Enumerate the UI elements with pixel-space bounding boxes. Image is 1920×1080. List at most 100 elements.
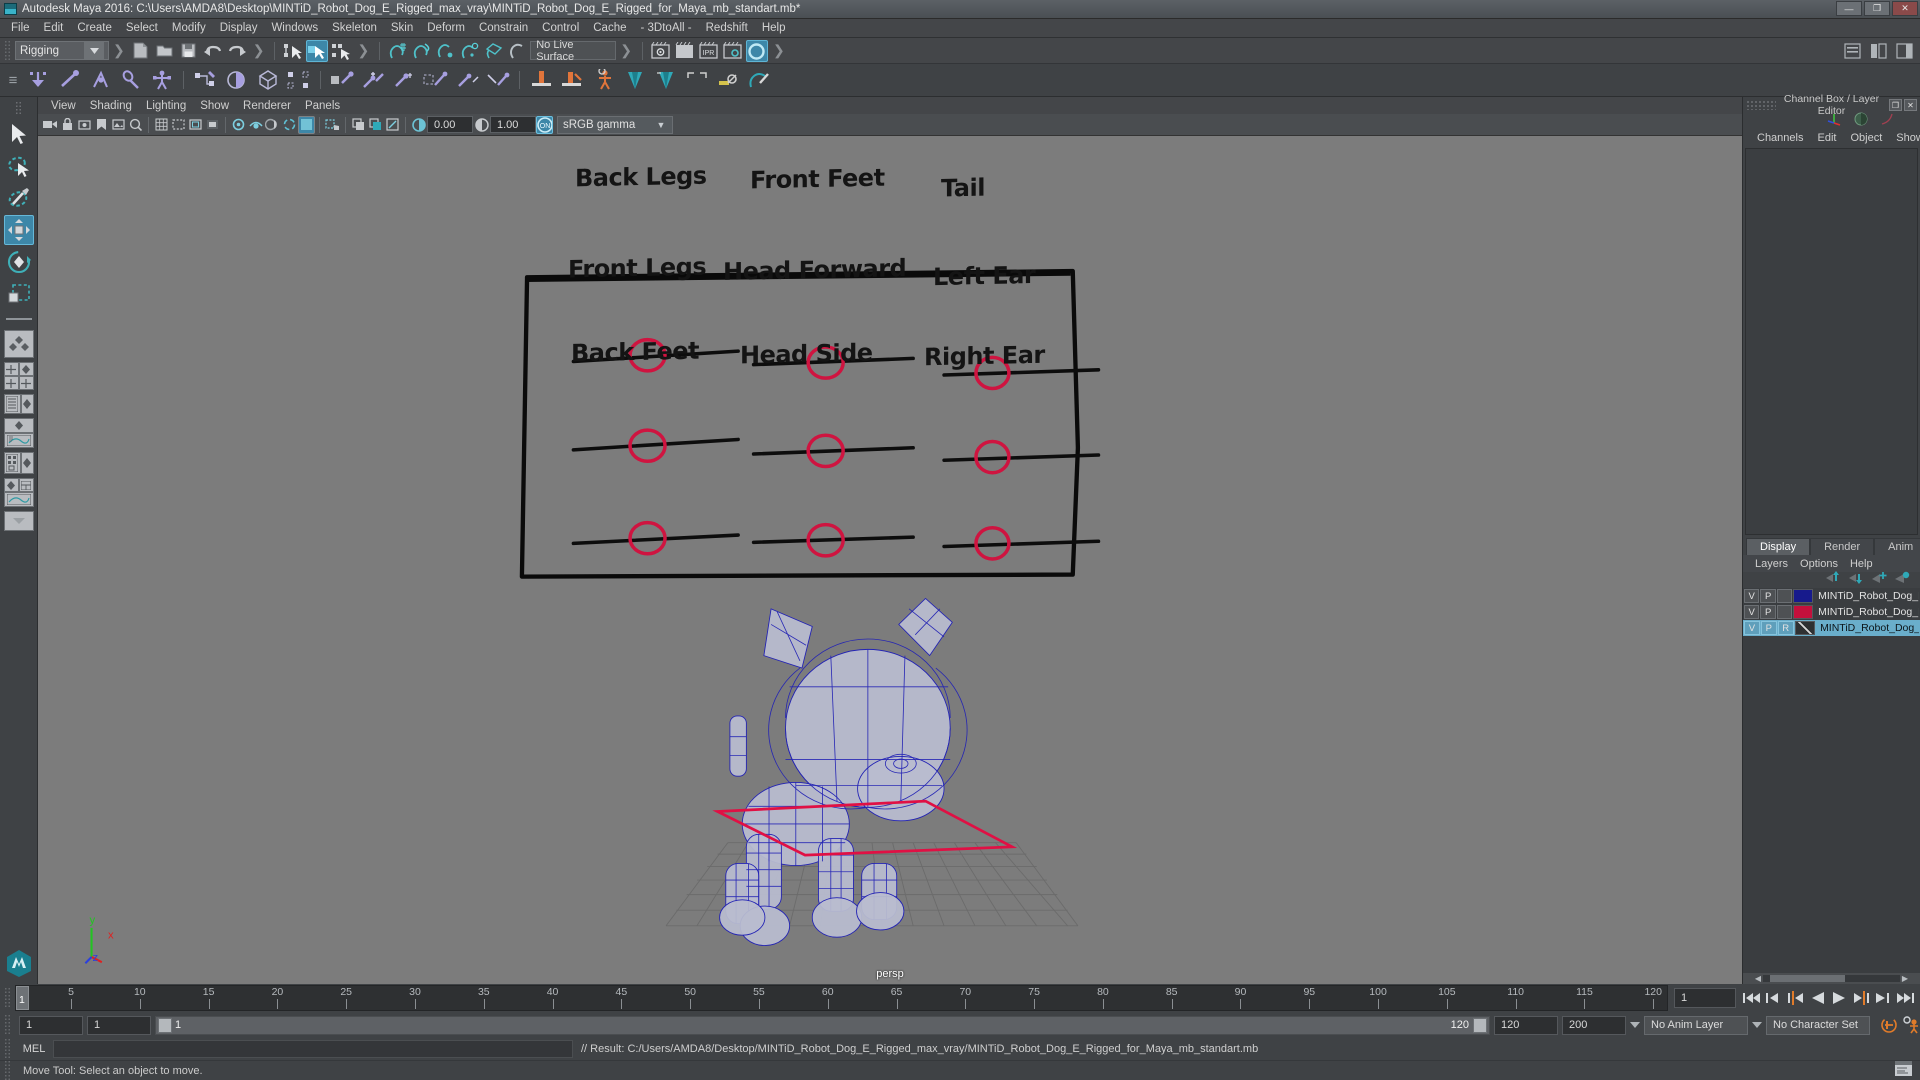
- layer-menu-options[interactable]: Options: [1794, 557, 1844, 571]
- menuset-dropdown[interactable]: Rigging: [15, 41, 109, 60]
- playback-end-time-field[interactable]: 120: [1494, 1015, 1558, 1035]
- camera-attributes-icon[interactable]: [76, 116, 93, 134]
- layer-row-selected[interactable]: V P R MINTiD_Robot_Dog_E: [1743, 620, 1920, 636]
- gate-mask-icon[interactable]: [204, 116, 221, 134]
- resolution-gate-icon[interactable]: [187, 116, 204, 134]
- render-view-icon[interactable]: [650, 40, 672, 62]
- helpline-grip[interactable]: [4, 1059, 11, 1080]
- menu-skeleton[interactable]: Skeleton: [325, 20, 384, 36]
- menu-modify[interactable]: Modify: [165, 20, 213, 36]
- point-constraint-icon[interactable]: [358, 66, 389, 95]
- parent-constraint-icon[interactable]: [327, 66, 358, 95]
- create-joint-icon[interactable]: [22, 66, 53, 95]
- aim-constraint-icon[interactable]: [451, 66, 482, 95]
- make-live-icon[interactable]: [507, 40, 529, 62]
- panel-grip[interactable]: [1746, 100, 1776, 110]
- hypergraph-layout-icon[interactable]: [3, 452, 21, 474]
- layer-visibility-toggle[interactable]: V: [1744, 589, 1760, 603]
- wrap-bracket-icon[interactable]: [681, 66, 712, 95]
- ipr-render-icon[interactable]: IPR: [698, 40, 720, 62]
- wireframe-on-shaded-icon[interactable]: [324, 116, 341, 134]
- rangeslider-grip[interactable]: [4, 1014, 11, 1036]
- graph-editor-layout-icon[interactable]: [3, 433, 34, 448]
- lock-camera-icon[interactable]: [59, 116, 76, 134]
- layer-playback-toggle[interactable]: P: [1760, 621, 1777, 635]
- anim-start-time-field[interactable]: 1: [19, 1015, 83, 1035]
- layout-more-icon[interactable]: [3, 511, 34, 531]
- mel-label[interactable]: MEL: [15, 1043, 53, 1055]
- orient-constraint-icon[interactable]: [389, 66, 420, 95]
- smooth-bind-skin-icon[interactable]: [190, 66, 221, 95]
- bind-pose-cube-icon[interactable]: [252, 66, 283, 95]
- persp-pane-icon[interactable]: [20, 394, 34, 414]
- hypershade-persp-layout-icons[interactable]: [3, 452, 34, 474]
- select-tool-icon[interactable]: [4, 119, 34, 149]
- layer-color-swatch[interactable]: [1793, 589, 1814, 603]
- bookmark-icon[interactable]: [93, 116, 110, 134]
- pole-vector-constraint-icon[interactable]: [482, 66, 513, 95]
- step-forward-frame-icon[interactable]: [1852, 989, 1870, 1007]
- paint-select-tool-icon[interactable]: [4, 183, 34, 213]
- character-set-dropdown-arrow-icon[interactable]: [1752, 1022, 1762, 1028]
- persp-only-layout-icon[interactable]: [3, 418, 34, 433]
- menu-redshift[interactable]: Redshift: [699, 20, 755, 36]
- layer-menu-layers[interactable]: Layers: [1749, 557, 1794, 571]
- persp-pane-icon-2[interactable]: [20, 452, 34, 474]
- snap-to-view-planes-icon[interactable]: [483, 40, 505, 62]
- menu-file[interactable]: File: [4, 20, 37, 36]
- color-management-toggle-icon[interactable]: ON: [536, 115, 553, 134]
- attribute-editor-toggle-icon[interactable]: [1841, 40, 1863, 62]
- go-to-end-icon[interactable]: [1896, 989, 1914, 1007]
- scroll-track[interactable]: [1763, 975, 1900, 982]
- copy-skin-weights-icon[interactable]: [283, 66, 314, 95]
- panel-menu-panels[interactable]: Panels: [298, 99, 347, 113]
- create-ik-spline-icon[interactable]: [84, 66, 115, 95]
- playback-start-time-field[interactable]: 1: [87, 1015, 151, 1035]
- redo-icon[interactable]: [226, 40, 248, 62]
- time-slider[interactable]: 1 5 10 15 20 25 30 35 40 45 50 55 60 65 70 75 80 85 90 95 1…: [15, 985, 1668, 1011]
- snap-to-grid-icon[interactable]: [387, 40, 409, 62]
- range-bar[interactable]: 1 120: [155, 1015, 1490, 1035]
- close-button[interactable]: ✕: [1892, 1, 1918, 16]
- xray-icon[interactable]: [264, 116, 281, 134]
- layer-row[interactable]: V P MINTiD_Robot_Dog_E_: [1743, 604, 1920, 620]
- select-component-icon[interactable]: [330, 40, 352, 62]
- outliner-layout-icon[interactable]: [3, 394, 21, 414]
- panel-menu-shading[interactable]: Shading: [83, 99, 139, 113]
- range-end-handle[interactable]: [1473, 1017, 1487, 1033]
- graph-editor-pane-icon[interactable]: [3, 492, 34, 507]
- command-input[interactable]: [53, 1040, 573, 1058]
- anim-layer-dropdown-arrow-icon[interactable]: [1630, 1022, 1640, 1028]
- skeleton-icon[interactable]: [146, 66, 177, 95]
- menu-constrain[interactable]: Constrain: [472, 20, 535, 36]
- minimize-button[interactable]: —: [1836, 1, 1862, 16]
- tab-render[interactable]: Render: [1810, 538, 1875, 555]
- four-pane-layout-icon[interactable]: [18, 376, 34, 390]
- commandline-grip[interactable]: [4, 1038, 11, 1060]
- tab-display[interactable]: Display: [1746, 538, 1811, 555]
- smooth-shade-all-icon[interactable]: [298, 115, 315, 134]
- paint-skin-weights-icon[interactable]: [221, 66, 252, 95]
- toolbox-grip[interactable]: [15, 101, 22, 115]
- tab-anim[interactable]: Anim: [1874, 538, 1920, 555]
- render-settings-icon[interactable]: [722, 40, 744, 62]
- layer-playback-toggle[interactable]: P: [1760, 605, 1776, 619]
- shadows-icon[interactable]: [350, 116, 367, 134]
- menu-windows[interactable]: Windows: [264, 20, 325, 36]
- select-object-icon[interactable]: [306, 39, 329, 62]
- layer-color-swatch[interactable]: [1793, 605, 1814, 619]
- panel-close-button[interactable]: ✕: [1904, 99, 1917, 111]
- menu-control[interactable]: Control: [535, 20, 586, 36]
- menu-3dtoall[interactable]: - 3DtoAll -: [634, 20, 699, 36]
- step-back-frame-icon[interactable]: [1786, 989, 1804, 1007]
- channel-box-content[interactable]: [1745, 148, 1918, 535]
- layer-state-toggle[interactable]: [1776, 605, 1793, 619]
- select-hierarchy-icon[interactable]: [282, 40, 304, 62]
- tool-settings-toggle-icon[interactable]: [1867, 40, 1889, 62]
- cluster-deformer-icon[interactable]: [557, 66, 588, 95]
- menu-display[interactable]: Display: [213, 20, 265, 36]
- play-backwards-icon[interactable]: [1808, 989, 1826, 1007]
- render-sequence-icon[interactable]: [674, 40, 696, 62]
- panel-restore-button[interactable]: ❐: [1889, 99, 1902, 111]
- scroll-thumb[interactable]: [1769, 975, 1846, 982]
